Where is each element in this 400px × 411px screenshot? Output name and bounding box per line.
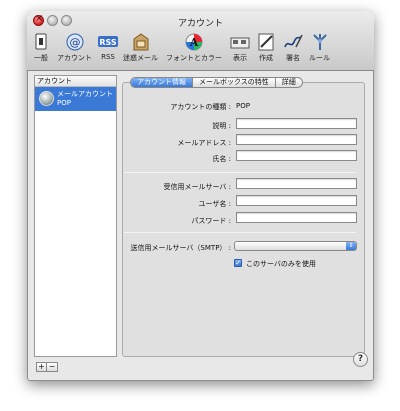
toolbar-fonts-colors[interactable]: A フォントとカラー: [166, 33, 222, 63]
toolbar-general-label: 一般: [34, 54, 48, 62]
toolbar-general[interactable]: 一般: [31, 33, 51, 63]
compose-icon: [258, 33, 274, 51]
separator: [124, 172, 356, 173]
only-this-server-label: このサーバのみを使用: [246, 260, 316, 268]
rules-icon: [312, 34, 327, 50]
junk-mail-icon: [133, 33, 148, 51]
smtp-server-select[interactable]: ⇕: [234, 241, 357, 251]
signature-icon: [284, 34, 303, 48]
separator: [124, 232, 356, 233]
at-icon: @: [66, 33, 83, 51]
password-field[interactable]: [236, 212, 357, 223]
rss-icon: RSS: [98, 36, 118, 47]
only-this-server-checkbox[interactable]: ✓: [234, 259, 242, 267]
toolbar-junk-mail-label: 迷惑メール: [123, 54, 158, 62]
account-type: POP: [57, 99, 71, 107]
incoming-server-field[interactable]: [236, 178, 357, 189]
svg-text:RSS: RSS: [99, 38, 117, 47]
password-label: パスワード :: [191, 217, 231, 225]
toolbar-accounts-label: アカウント: [57, 54, 92, 62]
font-color-icon: A: [185, 33, 203, 51]
toolbar-composing[interactable]: 作成: [256, 33, 276, 63]
remove-account-button[interactable]: −: [47, 362, 58, 372]
svg-text:@: @: [69, 36, 80, 49]
username-label: ユーザ名 :: [198, 200, 231, 208]
svg-text:A: A: [189, 36, 199, 49]
tab-account-info[interactable]: アカウント情報: [131, 78, 193, 87]
toolbar-rules[interactable]: ルール: [309, 33, 330, 63]
toolbar-accounts[interactable]: @ アカウント: [57, 33, 92, 63]
description-field[interactable]: [236, 118, 357, 129]
toolbar-viewing[interactable]: 表示: [230, 33, 250, 63]
add-remove-buttons: + −: [36, 362, 58, 372]
help-button[interactable]: ?: [353, 352, 368, 367]
toolbar-signatures-label: 署名: [286, 54, 300, 62]
username-field[interactable]: [236, 195, 357, 206]
viewing-icon: [230, 37, 250, 49]
toolbar-rss-label: RSS: [101, 53, 115, 61]
toolbar-fonts-colors-label: フォントとカラー: [166, 54, 222, 62]
account-type-value: POP: [236, 102, 250, 110]
account-name: メールアカウント: [57, 90, 113, 98]
tab-advanced[interactable]: 詳細: [276, 78, 302, 87]
settings-tabs: アカウント情報 メールボックスの特性 詳細: [130, 77, 303, 88]
mail-account-icon: [39, 91, 54, 106]
title-bar: アカウント 一般 @ アカウント RSS RSS: [27, 11, 374, 71]
account-list-item[interactable]: メールアカウント POP: [35, 87, 116, 111]
toolbar-composing-label: 作成: [259, 54, 273, 62]
email-field[interactable]: [236, 134, 357, 145]
toolbar-rss[interactable]: RSS RSS: [98, 33, 118, 61]
toolbar-viewing-label: 表示: [233, 54, 247, 62]
email-label: メールアドレス :: [177, 139, 231, 147]
description-label: 説明 :: [212, 122, 231, 130]
switch-icon: [35, 33, 47, 50]
toolbar-junk-mail[interactable]: 迷惑メール: [123, 33, 158, 63]
account-type-label: アカウントの種類 :: [170, 103, 231, 111]
window-title: アカウント: [177, 19, 223, 29]
toolbar-rules-label: ルール: [309, 54, 330, 62]
toolbar-signatures[interactable]: 署名: [283, 33, 303, 63]
smtp-label: 送信用メールサーバ（SMTP） :: [130, 244, 232, 252]
chevron-updown-icon: ⇕: [346, 242, 356, 250]
accounts-list[interactable]: アカウント メールアカウント POP: [34, 75, 117, 357]
incoming-server-label: 受信用メールサーバ :: [163, 183, 231, 191]
fullname-label: 氏名 :: [212, 155, 231, 163]
accounts-list-header: アカウント: [35, 76, 116, 87]
add-account-button[interactable]: +: [36, 362, 47, 372]
fullname-field[interactable]: [236, 150, 357, 161]
tab-mailbox-behaviors[interactable]: メールボックスの特性: [193, 78, 276, 87]
